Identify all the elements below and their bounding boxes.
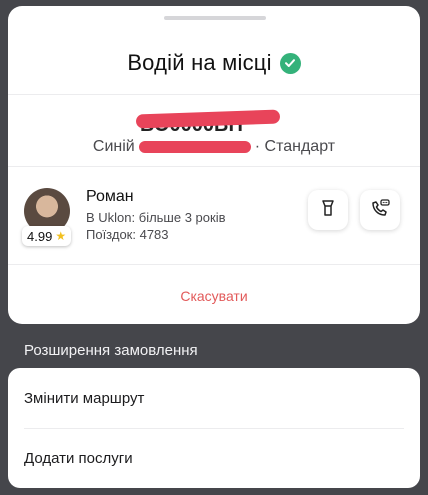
add-services-item[interactable]: Додати послуги [8,428,420,488]
driver-info: Роман В Uklon: більше 3 років Поїздок: 4… [86,188,226,243]
divider [8,166,420,167]
car-description: Синій · Стандарт [8,138,420,156]
ride-status-sheet: Водій на місці ВО0000ВН Синій· Стандарт … [8,6,420,324]
status-title: Водій на місці [127,50,272,75]
rating-value: 4.99 [27,228,53,244]
order-extensions-list: Змінити маршрут Додати послуги [8,368,420,488]
car-separator: · [254,138,261,155]
flashlight-icon [320,199,336,222]
driver-trips: Поїздок: 4783 [86,227,169,242]
flashlight-button[interactable] [308,190,348,230]
divider [8,264,420,265]
car-color: Синій [92,138,135,155]
cancel-button[interactable]: Скасувати [180,288,247,304]
driver-tenure: В Uklon: більше 3 років [86,210,226,225]
rating-badge: 4.99 ★ [22,226,72,246]
cancel-row: Скасувати [8,270,420,322]
car-tariff: Стандарт [264,138,336,155]
check-circle-icon [279,52,301,74]
car-model-redaction [138,140,251,153]
sheet-grabber[interactable] [164,16,266,20]
order-extensions-title: Розширення замовлення [24,342,198,359]
driver-name: Роман [86,188,134,205]
driver-card: 4.99 ★ Роман В Uklon: більше 3 років Пої… [8,174,420,264]
car-info: ВО0000ВН Синій· Стандарт [8,104,420,164]
change-route-item[interactable]: Змінити маршрут [8,368,420,428]
call-button[interactable] [360,190,400,230]
star-icon: ★ [55,229,67,243]
phone-message-icon [370,198,390,222]
divider [8,94,420,95]
status-header: Водій на місці [8,48,420,78]
